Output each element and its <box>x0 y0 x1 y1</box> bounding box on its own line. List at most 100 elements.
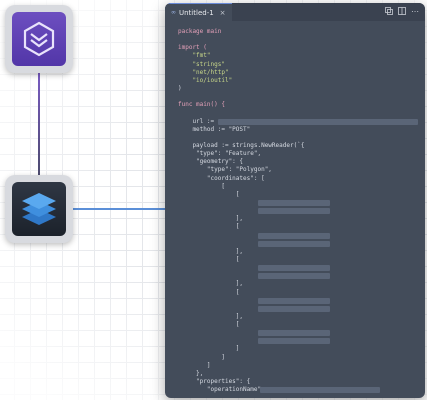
code-line: func main() { <box>178 101 425 109</box>
connector-horizontal <box>72 208 172 210</box>
redacted-coordinate-bar <box>258 232 330 239</box>
code-line-text: func main() { <box>178 101 225 109</box>
code-line-text: "geometry": { <box>178 158 244 166</box>
code-content[interactable]: package main import ( "fmt" "strings" "ne… <box>165 21 425 394</box>
code-line <box>178 337 425 345</box>
tab-untitled-1[interactable]: ∞ Untitled-1 × <box>165 3 232 22</box>
code-line: "strings" <box>178 61 425 69</box>
code-line: ], <box>178 280 425 288</box>
code-line <box>178 272 425 280</box>
redacted-operation-bar <box>260 387 380 394</box>
code-line: [ <box>178 321 425 329</box>
code-line <box>178 232 425 240</box>
code-line: package main <box>178 28 425 36</box>
code-line: "type": "Polygon", <box>178 166 425 174</box>
code-line-text: "io/ioutil" <box>178 76 233 84</box>
redacted-coordinate-bar <box>258 208 330 215</box>
more-actions-icon[interactable]: ⋯ <box>411 7 419 16</box>
redacted-url-bar <box>218 118 418 125</box>
code-line-text: "net/http" <box>178 68 229 76</box>
layers-icon <box>22 193 56 225</box>
code-line-text: ] <box>178 353 225 361</box>
redacted-coordinate-bar <box>258 305 330 312</box>
code-line-text: import ( <box>178 44 207 52</box>
code-line: [ <box>178 191 425 199</box>
code-line-text: payload := strings.NewReader(`{ <box>178 141 305 149</box>
code-line: url := <box>178 118 425 126</box>
editor-actions: ⋯ <box>385 7 419 16</box>
code-line: "coordinates": [ <box>178 175 425 183</box>
redacted-coordinate-bar <box>258 265 330 272</box>
code-line-text: "strings" <box>178 60 225 68</box>
code-line-text: [ <box>178 223 240 231</box>
compare-icon[interactable] <box>385 7 393 15</box>
node-top-inner <box>12 12 66 66</box>
code-line: ] <box>178 345 425 353</box>
tab-title: Untitled-1 <box>179 8 214 17</box>
code-line: "type": "Feature", <box>178 150 425 158</box>
workflow-node-middle[interactable] <box>5 175 73 243</box>
file-type-icon: ∞ <box>171 9 176 16</box>
code-line: import ( <box>178 44 425 52</box>
code-line <box>178 264 425 272</box>
code-line-text: ) <box>178 84 182 92</box>
code-line: method := "POST" <box>178 126 425 134</box>
code-line-text: "type": "Polygon", <box>178 166 272 174</box>
code-line-text: [ <box>178 288 240 296</box>
code-line: [ <box>178 256 425 264</box>
code-line: [ <box>178 289 425 297</box>
code-line <box>178 240 425 248</box>
code-line-text: ], <box>178 215 244 223</box>
code-line-text: "fmt" <box>178 52 211 60</box>
code-line: "fmt" <box>178 52 425 60</box>
redacted-coordinate-bar <box>258 199 330 206</box>
code-line-text: ], <box>178 280 244 288</box>
node-middle-inner <box>12 182 66 236</box>
code-line-text: [ <box>178 321 240 329</box>
close-icon[interactable]: × <box>220 9 226 17</box>
redacted-coordinate-bar <box>258 297 330 304</box>
code-line: "geometry": { <box>178 158 425 166</box>
workflow-node-top[interactable] <box>5 5 73 73</box>
code-line-text: url := <box>178 117 218 125</box>
code-line-text: "type": "Feature", <box>178 150 262 158</box>
code-line <box>178 207 425 215</box>
code-line: "operationName": <box>178 386 425 394</box>
code-line-text: ], <box>178 247 244 255</box>
code-line-text: ] <box>178 361 211 369</box>
code-line: ], <box>178 313 425 321</box>
code-line: "io/ioutil" <box>178 77 425 85</box>
code-line-text: }, <box>178 369 204 377</box>
code-line-text: "properties": { <box>178 378 251 386</box>
code-line-text: [ <box>178 255 240 263</box>
code-line: ] <box>178 362 425 370</box>
code-line-text: ] <box>178 345 240 353</box>
redacted-coordinate-bar <box>258 330 330 337</box>
code-line: }, <box>178 370 425 378</box>
code-line: payload := strings.NewReader(`{ <box>178 142 425 150</box>
code-line-text: "operationName": <box>178 386 265 394</box>
code-line-text: "coordinates": [ <box>178 174 265 182</box>
code-line: "net/http" <box>178 69 425 77</box>
code-line: [ <box>178 183 425 191</box>
code-line: ], <box>178 248 425 256</box>
code-line <box>178 305 425 313</box>
editor-tab-bar: ∞ Untitled-1 × ⋯ <box>165 3 425 22</box>
code-line-text: package main <box>178 28 222 35</box>
split-editor-icon[interactable] <box>398 7 406 15</box>
redacted-coordinate-bar <box>258 273 330 280</box>
code-line <box>178 199 425 207</box>
code-editor-window: ∞ Untitled-1 × ⋯ package main import ( "f… <box>165 3 425 398</box>
code-line <box>178 297 425 305</box>
code-line-text: ], <box>178 312 244 320</box>
code-line-text: [ <box>178 190 240 198</box>
redacted-coordinate-bar <box>258 240 330 247</box>
connector-vertical <box>38 68 40 180</box>
code-line: [ <box>178 223 425 231</box>
redacted-coordinate-bar <box>258 338 330 345</box>
code-line-text: [ <box>178 182 225 190</box>
